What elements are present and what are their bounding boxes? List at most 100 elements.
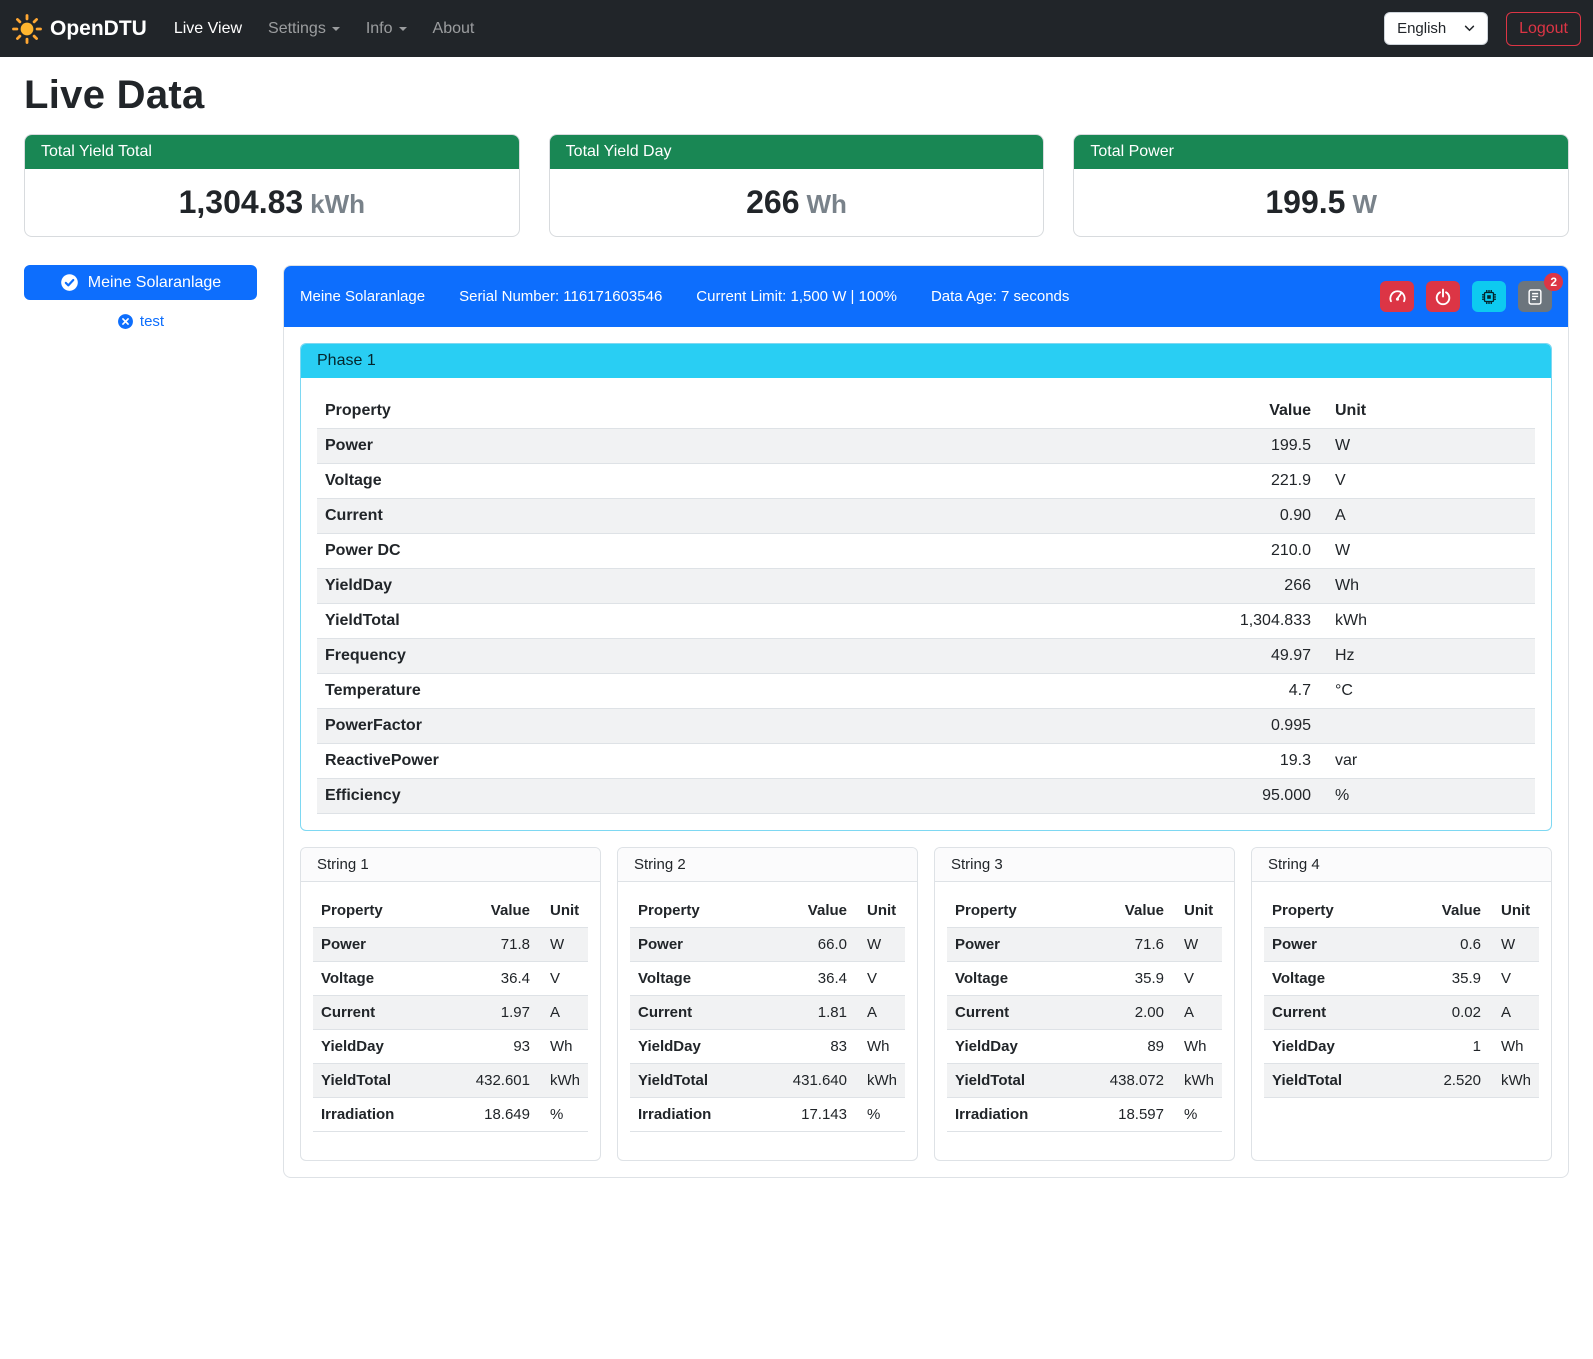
table-row: YieldTotal438.072kWh: [947, 1064, 1222, 1098]
table-row: Voltage36.4V: [313, 962, 588, 996]
column-header: Property: [630, 894, 783, 928]
card-title: Total Yield Total: [25, 135, 519, 169]
column-header: Unit: [855, 894, 905, 928]
unit-cell: W: [1172, 928, 1222, 962]
gauge-icon: [1388, 287, 1407, 306]
string-2-card: String 2 PropertyValueUnitPower66.0WVolt…: [617, 847, 918, 1161]
nav-info[interactable]: Info: [353, 12, 420, 46]
nav-about[interactable]: About: [420, 12, 488, 46]
inverter-panel-header: Meine Solaranlage Serial Number: 1161716…: [284, 266, 1568, 327]
unit-cell: A: [1172, 996, 1222, 1030]
property-cell: YieldTotal: [630, 1064, 783, 1098]
property-cell: YieldTotal: [313, 1064, 466, 1098]
property-cell: Temperature: [317, 674, 1169, 709]
event-count-badge: 2: [1544, 273, 1563, 291]
brand[interactable]: OpenDTU: [12, 14, 147, 44]
value-cell: 431.640: [783, 1064, 855, 1098]
table-row: YieldTotal432.601kWh: [313, 1064, 588, 1098]
table-row: Current2.00A: [947, 996, 1222, 1030]
value-cell: 4.7: [1169, 674, 1319, 709]
unit-cell: V: [538, 962, 588, 996]
table-row: Irradiation17.143%: [630, 1098, 905, 1132]
inverter-item-test[interactable]: test: [24, 313, 257, 330]
card-value: 1,304.83: [179, 184, 304, 220]
property-cell: Irradiation: [313, 1098, 466, 1132]
nav-info-label: Info: [366, 20, 393, 38]
table-row: Irradiation18.649%: [313, 1098, 588, 1132]
unit-cell: Wh: [1489, 1030, 1539, 1064]
unit-cell: V: [855, 962, 905, 996]
value-cell: 1: [1417, 1030, 1489, 1064]
value-cell: 1,304.833: [1169, 604, 1319, 639]
property-cell: Power: [1264, 928, 1417, 962]
value-cell: 266: [1169, 569, 1319, 604]
column-header: Unit: [1172, 894, 1222, 928]
language-select[interactable]: English: [1384, 12, 1488, 45]
table-row: Power71.8W: [313, 928, 588, 962]
value-cell: 221.9: [1169, 464, 1319, 499]
event-log-button[interactable]: 2: [1518, 281, 1552, 312]
value-cell: 35.9: [1100, 962, 1172, 996]
value-cell: 2.520: [1417, 1064, 1489, 1098]
value-cell: 438.072: [1100, 1064, 1172, 1098]
card-value: 199.5: [1265, 184, 1345, 220]
unit-cell: %: [1172, 1098, 1222, 1132]
value-cell: 432.601: [466, 1064, 538, 1098]
table-row: YieldTotal2.520kWh: [1264, 1064, 1539, 1098]
value-cell: 0.02: [1417, 996, 1489, 1030]
value-cell: 18.649: [466, 1098, 538, 1132]
property-cell: Power: [313, 928, 466, 962]
table-row: Power66.0W: [630, 928, 905, 962]
property-cell: Voltage: [317, 464, 1169, 499]
unit-cell: W: [855, 928, 905, 962]
table-row: Frequency49.97Hz: [317, 639, 1535, 674]
property-cell: YieldTotal: [947, 1064, 1100, 1098]
column-header: Property: [1264, 894, 1417, 928]
property-cell: YieldDay: [1264, 1030, 1417, 1064]
logout-button[interactable]: Logout: [1506, 12, 1581, 46]
unit-cell: kWh: [1319, 604, 1535, 639]
unit-cell: W: [538, 928, 588, 962]
property-cell: Power DC: [317, 534, 1169, 569]
nav-live-view[interactable]: Live View: [161, 12, 255, 46]
unit-cell: Wh: [855, 1030, 905, 1064]
navbar-right: English Logout: [1384, 12, 1581, 46]
property-cell: Current: [630, 996, 783, 1030]
string-card-title: String 4: [1252, 848, 1551, 882]
top-navbar: OpenDTU Live View Settings Info About En…: [0, 0, 1593, 57]
limit-settings-button[interactable]: [1380, 281, 1414, 312]
value-cell: 18.597: [1100, 1098, 1172, 1132]
total-yield-day-card: Total Yield Day 266Wh: [549, 134, 1045, 237]
table-row: Power71.6W: [947, 928, 1222, 962]
page-content: Live Data Total Yield Total 1,304.83kWh …: [0, 73, 1593, 1202]
panel-actions: 2: [1380, 281, 1552, 312]
inverter-select-button[interactable]: Meine Solaranlage: [24, 265, 257, 300]
column-header: Value: [783, 894, 855, 928]
inverter-name: Meine Solaranlage: [300, 288, 425, 305]
card-body: 199.5W: [1074, 169, 1568, 236]
card-unit: kWh: [310, 189, 365, 219]
phase-table: PropertyValueUnitPower199.5WVoltage221.9…: [317, 394, 1535, 814]
table-row: Voltage35.9V: [947, 962, 1222, 996]
column-header: Value: [1100, 894, 1172, 928]
value-cell: 93: [466, 1030, 538, 1064]
power-settings-button[interactable]: [1426, 281, 1460, 312]
column-header: Property: [947, 894, 1100, 928]
column-header: Value: [1417, 894, 1489, 928]
value-cell: 36.4: [466, 962, 538, 996]
total-yield-total-card: Total Yield Total 1,304.83kWh: [24, 134, 520, 237]
property-cell: YieldDay: [947, 1030, 1100, 1064]
phase-1-card: Phase 1 PropertyValueUnitPower199.5WVolt…: [300, 343, 1552, 831]
check-circle-icon: [60, 273, 79, 292]
value-cell: 1.81: [783, 996, 855, 1030]
property-cell: YieldDay: [630, 1030, 783, 1064]
string-1-card: String 1 PropertyValueUnitPower71.8WVolt…: [300, 847, 601, 1161]
column-header: Value: [1169, 394, 1319, 429]
table-row: ReactivePower19.3var: [317, 744, 1535, 779]
column-header: Property: [313, 894, 466, 928]
nav-settings[interactable]: Settings: [255, 12, 353, 46]
value-cell: 66.0: [783, 928, 855, 962]
device-info-button[interactable]: [1472, 281, 1506, 312]
value-cell: 83: [783, 1030, 855, 1064]
column-header: Unit: [538, 894, 588, 928]
